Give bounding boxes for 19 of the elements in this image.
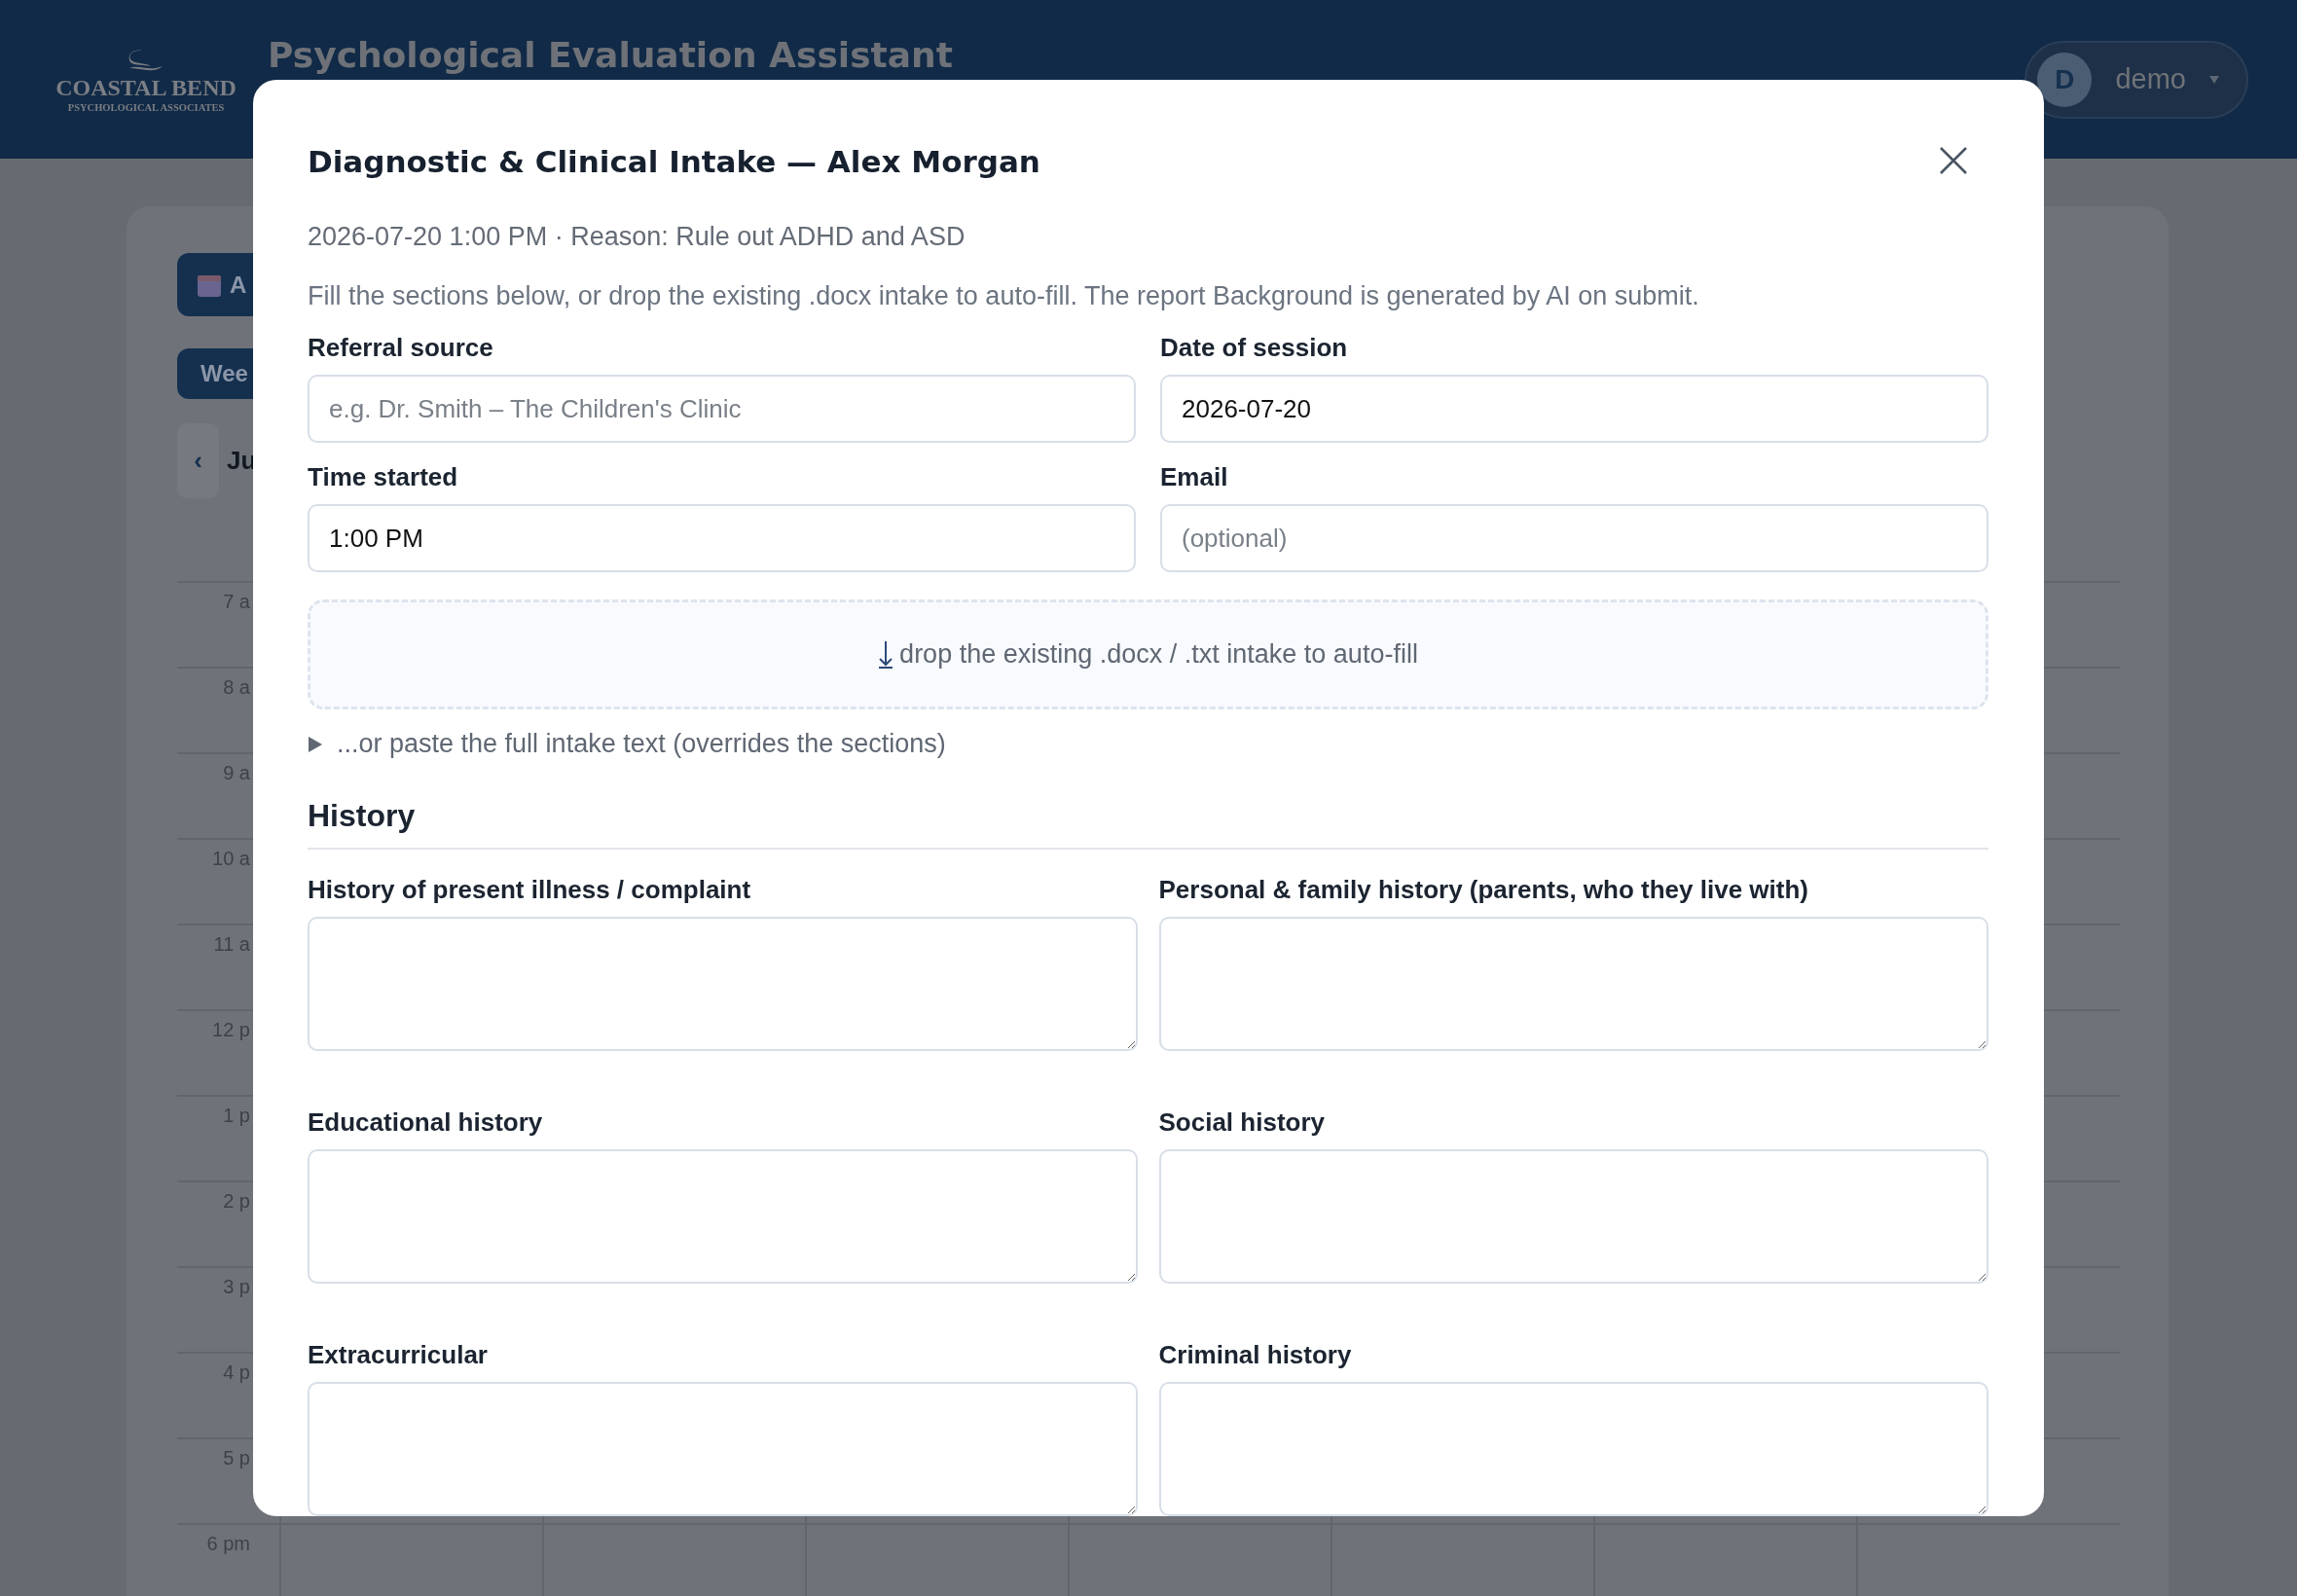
app-title: Psychological Evaluation Assistant	[268, 35, 954, 75]
dialog-title: Diagnostic & Clinical Intake — Alex Morgan	[308, 144, 1040, 179]
field-label: Social history	[1158, 1107, 1326, 1138]
appointment-info: 2026-07-20 1:00 PM · Reason: Rule out ADHD and ASD	[308, 222, 966, 252]
logo-name: COASTAL BEND	[55, 75, 237, 99]
section-heading: History	[308, 798, 1988, 850]
instructions-text: Fill the sections below, or drop the existing .docx intake to auto-fill. The report Background is generated by AI on submit.	[308, 281, 1700, 311]
field-label: History of present illness / complaint	[308, 875, 752, 905]
field-label: Email	[1160, 462, 1229, 492]
user-name: demo	[2115, 63, 2186, 95]
logo-tagline: PSYCHOLOGICAL ASSOCIATES	[67, 101, 225, 113]
field-label: Extracurricular	[308, 1340, 489, 1370]
dropzone-text: drop the existing .docx / .txt intake to auto-fill	[899, 639, 1418, 670]
field-label: Time started	[308, 462, 459, 492]
field-label: Educational history	[308, 1107, 544, 1138]
field-label: Referral source	[308, 333, 494, 363]
field-label: Criminal history	[1158, 1340, 1353, 1370]
field-label: Date of session	[1160, 333, 1349, 363]
field-label: Personal & family history (parents, who they live with)	[1158, 875, 1809, 905]
